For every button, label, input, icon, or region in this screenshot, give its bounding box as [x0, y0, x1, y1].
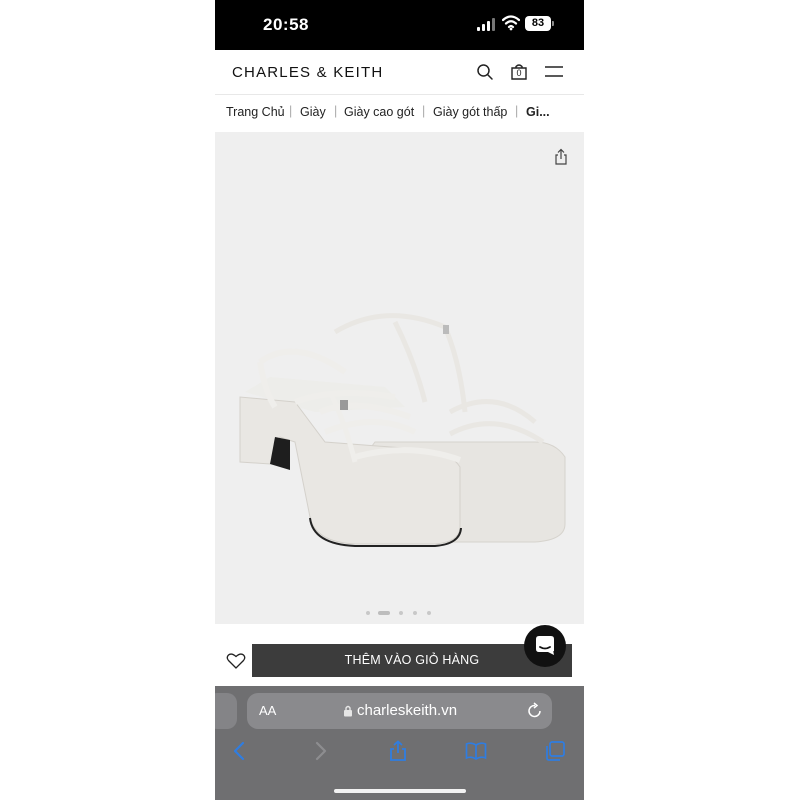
lock-icon: [344, 705, 352, 717]
address-bar[interactable]: AA charleskeith.vn: [247, 693, 552, 729]
breadcrumb-home[interactable]: Trang Chủ: [226, 105, 285, 119]
pagination-dot[interactable]: [427, 611, 431, 615]
phone-screen: 20:58 83 CHARLES & KEITH 0 Trang Chủ | G…: [215, 0, 584, 800]
battery-indicator: 83: [525, 16, 551, 31]
site-header: CHARLES & KEITH 0: [215, 50, 584, 95]
battery-tip: [552, 21, 554, 26]
breadcrumb-separator: |: [422, 104, 426, 118]
chat-button[interactable]: [524, 625, 566, 667]
share-icon[interactable]: [553, 148, 569, 166]
cellular-signal-icon: [477, 18, 495, 31]
wifi-icon: [502, 15, 520, 31]
url-text: charleskeith.vn: [357, 702, 458, 719]
breadcrumb-separator: |: [515, 104, 519, 118]
breadcrumb: Trang Chủ | Giày | Giày cao gót | Giày g…: [215, 95, 584, 129]
share-icon[interactable]: [387, 740, 409, 762]
status-time: 20:58: [263, 15, 309, 34]
heart-icon[interactable]: [226, 652, 246, 670]
pagination-dot-active[interactable]: [378, 611, 390, 615]
cart-icon[interactable]: 0: [509, 62, 529, 82]
pagination-dot[interactable]: [399, 611, 403, 615]
reload-icon[interactable]: [527, 702, 543, 719]
safari-toolbar: AA charleskeith.vn: [215, 686, 584, 800]
menu-icon[interactable]: [544, 62, 564, 82]
cart-count: 0: [516, 68, 522, 78]
product-image-gallery[interactable]: [215, 132, 584, 624]
breadcrumb-shoes[interactable]: Giày: [300, 105, 326, 119]
breadcrumb-current: Gi...: [526, 105, 550, 119]
breadcrumb-separator: |: [289, 104, 293, 118]
breadcrumb-heels[interactable]: Giày cao gót: [344, 105, 414, 119]
tabs-icon[interactable]: [544, 740, 566, 762]
image-pagination[interactable]: [366, 609, 436, 617]
breadcrumb-low-heels[interactable]: Giày gót thấp: [433, 105, 507, 119]
forward-icon[interactable]: [309, 740, 331, 762]
brand-logo[interactable]: CHARLES & KEITH: [232, 64, 383, 81]
home-indicator: [334, 789, 466, 793]
bookmarks-icon[interactable]: [465, 740, 487, 762]
breadcrumb-separator: |: [334, 104, 338, 118]
previous-tab-preview[interactable]: [215, 693, 237, 729]
chat-icon: [536, 636, 554, 655]
back-icon[interactable]: [229, 740, 251, 762]
pagination-dot[interactable]: [366, 611, 370, 615]
text-size-button[interactable]: AA: [259, 703, 276, 718]
pagination-dot[interactable]: [413, 611, 417, 615]
status-bar: 20:58 83: [215, 0, 584, 50]
product-photo-sandal: [239, 313, 566, 547]
search-icon[interactable]: [475, 62, 495, 82]
